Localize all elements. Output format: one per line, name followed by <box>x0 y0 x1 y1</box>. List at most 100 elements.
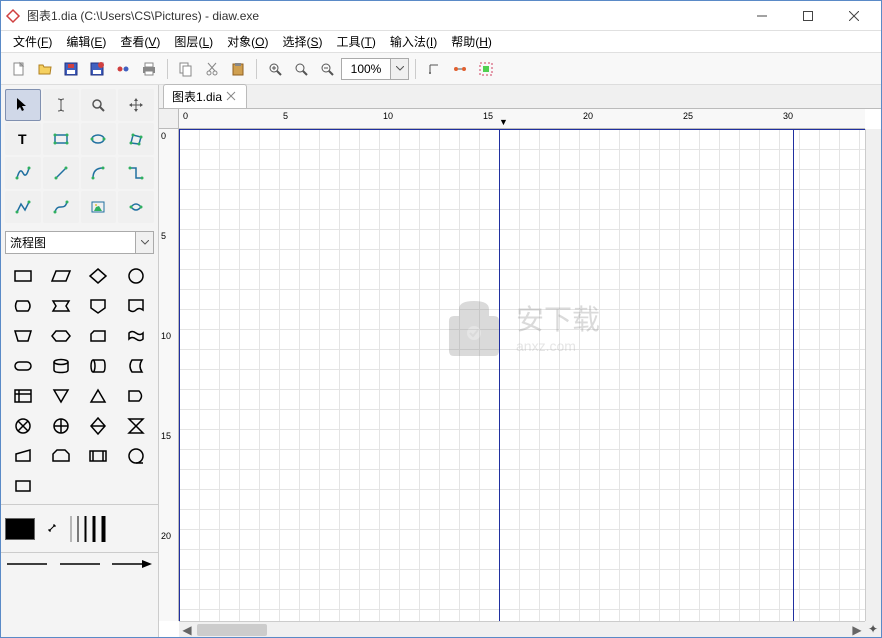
menu-ime[interactable]: 输入法(I) <box>384 31 443 52</box>
shape-internal[interactable] <box>5 382 41 410</box>
outline-tool[interactable] <box>118 191 154 223</box>
pointer-tool[interactable] <box>5 89 41 121</box>
zoom-out-button[interactable] <box>315 57 339 81</box>
shape-collate[interactable] <box>118 412 154 440</box>
line-style-picker[interactable] <box>60 560 100 568</box>
chevron-down-icon[interactable] <box>136 231 154 254</box>
guide-line[interactable] <box>793 129 794 621</box>
box-tool[interactable] <box>43 123 79 155</box>
image-tool[interactable] <box>81 191 117 223</box>
ruler-marker-icon: ▼ <box>499 117 508 127</box>
text-tool[interactable]: T <box>5 123 41 155</box>
shape-tape[interactable] <box>118 322 154 350</box>
tab-document[interactable]: 图表1.dia <box>163 84 247 108</box>
polyline-tool[interactable] <box>5 191 41 223</box>
paste-button[interactable] <box>226 57 250 81</box>
shape-loop-limit[interactable] <box>43 442 79 470</box>
arrow-end-picker[interactable] <box>112 560 152 568</box>
polygon-tool[interactable] <box>118 123 154 155</box>
save-button[interactable] <box>59 57 83 81</box>
nav-corner-icon[interactable]: ✦ <box>865 621 881 637</box>
line-tool[interactable] <box>43 157 79 189</box>
foreground-color-swatch[interactable] <box>5 518 35 540</box>
shape-manual-input[interactable] <box>5 442 41 470</box>
shape-disk[interactable] <box>43 352 79 380</box>
ruler-corner <box>159 109 179 129</box>
export-button[interactable] <box>111 57 135 81</box>
menu-help[interactable]: 帮助(H) <box>445 31 498 52</box>
scroll-right-icon[interactable]: ▶ <box>849 622 865 638</box>
scrollbar-thumb[interactable] <box>197 624 267 636</box>
shape-decision[interactable] <box>81 262 117 290</box>
shape-display[interactable] <box>5 292 41 320</box>
guide-line[interactable] <box>179 129 865 130</box>
toggle-rulers-button[interactable] <box>474 57 498 81</box>
new-button[interactable] <box>7 57 31 81</box>
tool-palette: T <box>1 85 158 227</box>
shape-card[interactable] <box>81 322 117 350</box>
shape-delay[interactable] <box>118 382 154 410</box>
shape-sum[interactable] <box>5 412 41 440</box>
vertical-scrollbar[interactable] <box>865 129 881 621</box>
arrow-start-picker[interactable] <box>7 560 47 568</box>
text-cursor-tool[interactable] <box>43 89 79 121</box>
shape-drum[interactable] <box>81 352 117 380</box>
scroll-tool[interactable] <box>118 89 154 121</box>
shape-document[interactable] <box>118 292 154 320</box>
zoom-tool[interactable] <box>81 89 117 121</box>
guide-line[interactable] <box>179 129 180 621</box>
shape-connector[interactable] <box>118 262 154 290</box>
horizontal-scrollbar[interactable]: ◀ ▶ <box>179 621 865 637</box>
print-button[interactable] <box>137 57 161 81</box>
bezier-line-tool[interactable] <box>43 191 79 223</box>
close-button[interactable] <box>831 1 877 31</box>
shape-terminal[interactable] <box>5 352 41 380</box>
shape-predefined[interactable] <box>81 442 117 470</box>
menu-tools[interactable]: 工具(T) <box>331 31 382 52</box>
shape-manual-op[interactable] <box>5 322 41 350</box>
zoom-fit-button[interactable] <box>289 57 313 81</box>
zoom-in-button[interactable] <box>263 57 287 81</box>
close-icon[interactable] <box>226 91 238 103</box>
ellipse-tool[interactable] <box>81 123 117 155</box>
vertical-ruler[interactable]: 0 5 10 15 20 <box>159 129 179 621</box>
shape-category-select[interactable]: 流程图 <box>5 231 154 254</box>
shape-seq-access[interactable] <box>118 442 154 470</box>
chevron-down-icon[interactable] <box>390 59 408 79</box>
menu-select[interactable]: 选择(S) <box>276 31 328 52</box>
shape-process[interactable] <box>5 262 41 290</box>
horizontal-ruler[interactable]: 0 5 10 15 20 25 30 ▼ <box>179 109 865 129</box>
copy-button[interactable] <box>174 57 198 81</box>
open-button[interactable] <box>33 57 57 81</box>
shape-offpage[interactable] <box>81 292 117 320</box>
scroll-left-icon[interactable]: ◀ <box>179 622 195 638</box>
maximize-button[interactable] <box>785 1 831 31</box>
shape-or[interactable] <box>43 412 79 440</box>
line-width-picker[interactable] <box>69 516 107 542</box>
shape-preparation[interactable] <box>43 322 79 350</box>
shape-transaction[interactable] <box>43 292 79 320</box>
canvas[interactable]: 安下载 anxz.com <box>179 129 865 621</box>
shape-datasource[interactable] <box>5 472 41 500</box>
minimize-button[interactable] <box>739 1 785 31</box>
bezier-tool[interactable] <box>5 157 41 189</box>
save-as-button[interactable] <box>85 57 109 81</box>
guide-line[interactable] <box>499 129 500 621</box>
shape-data[interactable] <box>43 262 79 290</box>
menu-view[interactable]: 查看(V) <box>114 31 166 52</box>
menu-layer[interactable]: 图层(L) <box>168 31 219 52</box>
menu-edit[interactable]: 编辑(E) <box>60 31 112 52</box>
menu-file[interactable]: 文件(F) <box>7 31 58 52</box>
shape-sort[interactable] <box>81 412 117 440</box>
zigzag-tool[interactable] <box>118 157 154 189</box>
zoom-select[interactable]: 100% <box>341 58 409 80</box>
shape-merge[interactable] <box>43 382 79 410</box>
watermark: 安下载 anxz.com <box>444 291 600 361</box>
arc-tool[interactable] <box>81 157 117 189</box>
shape-stored-data[interactable] <box>118 352 154 380</box>
shape-extract[interactable] <box>81 382 117 410</box>
menu-object[interactable]: 对象(O) <box>221 31 274 52</box>
cut-button[interactable] <box>200 57 224 81</box>
snap-grid-button[interactable] <box>422 57 446 81</box>
snap-object-button[interactable] <box>448 57 472 81</box>
